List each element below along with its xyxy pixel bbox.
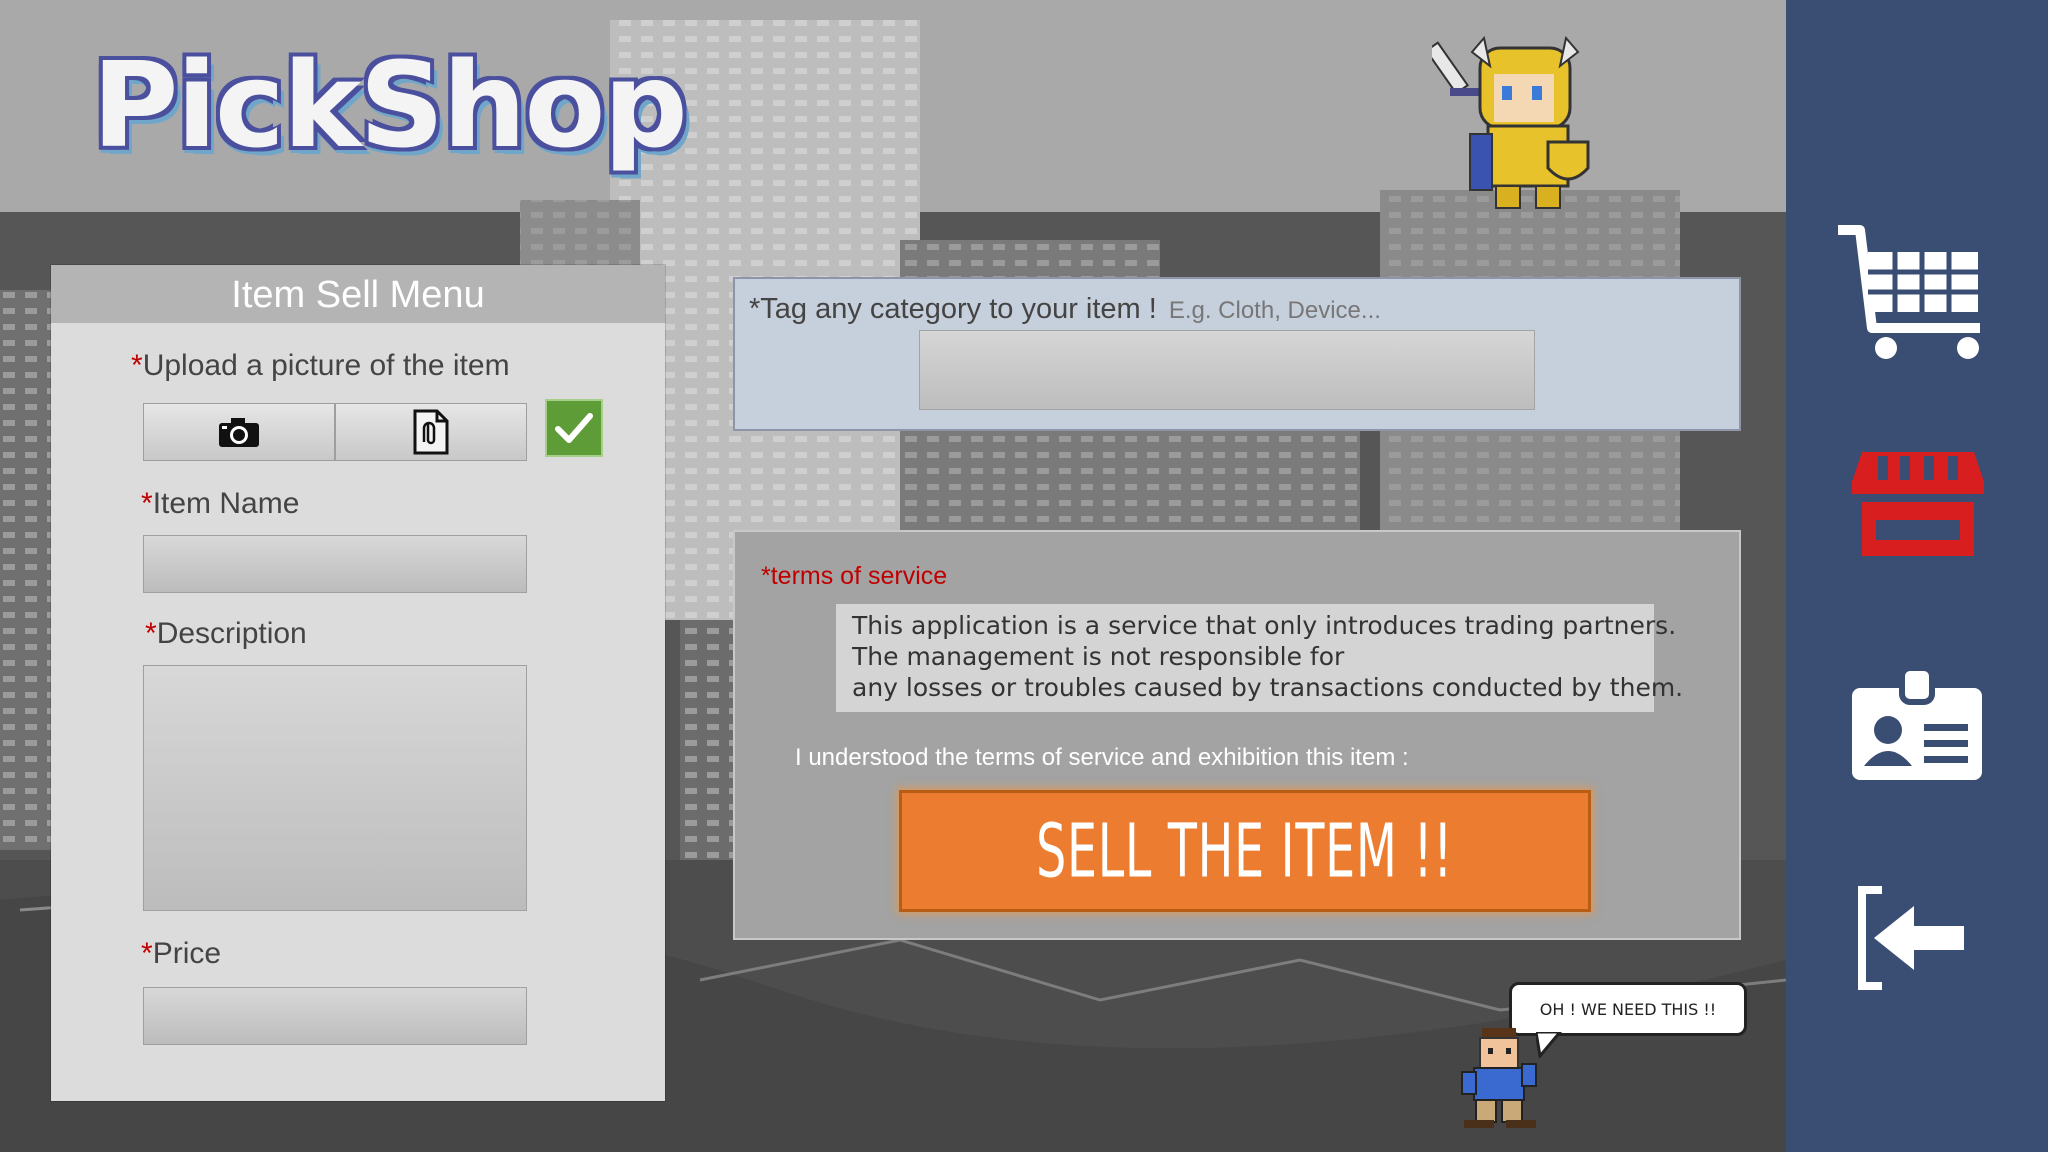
description-label-text: Description — [156, 617, 307, 650]
price-label-text: Price — [152, 937, 222, 970]
sell-item-button[interactable]: SELL THE ITEM !! — [899, 790, 1591, 912]
terms-line: This application is a service that only … — [852, 611, 1677, 640]
required-mark: * — [141, 487, 153, 520]
description-textarea[interactable] — [143, 665, 527, 911]
check-icon — [555, 413, 593, 443]
required-mark: * — [141, 937, 153, 970]
knight-character-icon — [1432, 35, 1590, 209]
item-name-input[interactable] — [143, 535, 527, 593]
item-name-label: *Item Name — [141, 487, 299, 521]
camera-icon — [219, 418, 259, 447]
tag-label-text: *Tag any category to your item ! — [749, 293, 1157, 325]
camera-upload-button[interactable] — [143, 403, 335, 461]
terms-text-box: This application is a service that only … — [836, 604, 1684, 712]
item-name-label-text: Item Name — [152, 487, 300, 520]
terms-line: any losses or troubles caused by transac… — [852, 673, 1684, 702]
logout-icon — [1858, 886, 1964, 990]
terms-label: *terms of service — [761, 562, 948, 590]
upload-label: *Upload a picture of the item — [131, 349, 510, 383]
item-sell-panel: Item Sell Menu *Upload a picture of the … — [51, 265, 665, 1101]
description-label: *Description — [145, 617, 307, 651]
terms-of-service-panel: *terms of service This application is a … — [733, 530, 1741, 940]
tag-input[interactable] — [919, 330, 1535, 410]
upload-label-text: Upload a picture of the item — [142, 349, 510, 382]
sell-item-button-label: SELL THE ITEM !! — [1036, 807, 1454, 895]
price-input[interactable] — [143, 987, 527, 1045]
tag-label: *Tag any category to your item ! E.g. Clo… — [749, 293, 1381, 326]
required-mark: * — [131, 349, 143, 382]
sidebar — [1786, 0, 2048, 1152]
terms-line: The management is not responsible for — [852, 642, 1345, 671]
sidebar-item-store[interactable] — [1828, 432, 2008, 582]
profile-card-icon — [1852, 665, 1982, 780]
tag-example-hint: E.g. Cloth, Device... — [1168, 297, 1381, 324]
price-label: *Price — [141, 937, 221, 971]
app-logo[interactable]: PickShop — [92, 30, 688, 180]
sidebar-item-logout[interactable] — [1828, 870, 2008, 1020]
file-upload-button[interactable] — [335, 403, 527, 461]
attach-file-icon — [413, 409, 449, 455]
agree-statement: I understood the terms of service and ex… — [795, 744, 1409, 771]
upload-status-check — [545, 399, 603, 457]
shopping-cart-icon — [1838, 225, 1980, 359]
panel-title: Item Sell Menu — [51, 265, 665, 323]
shopper-character-icon — [1461, 1028, 1537, 1128]
required-mark: * — [145, 617, 157, 650]
store-icon — [1852, 452, 1984, 556]
sidebar-item-cart[interactable] — [1828, 216, 2008, 366]
sidebar-item-profile[interactable] — [1828, 656, 2008, 806]
tag-category-panel: *Tag any category to your item ! E.g. Clo… — [733, 277, 1741, 431]
